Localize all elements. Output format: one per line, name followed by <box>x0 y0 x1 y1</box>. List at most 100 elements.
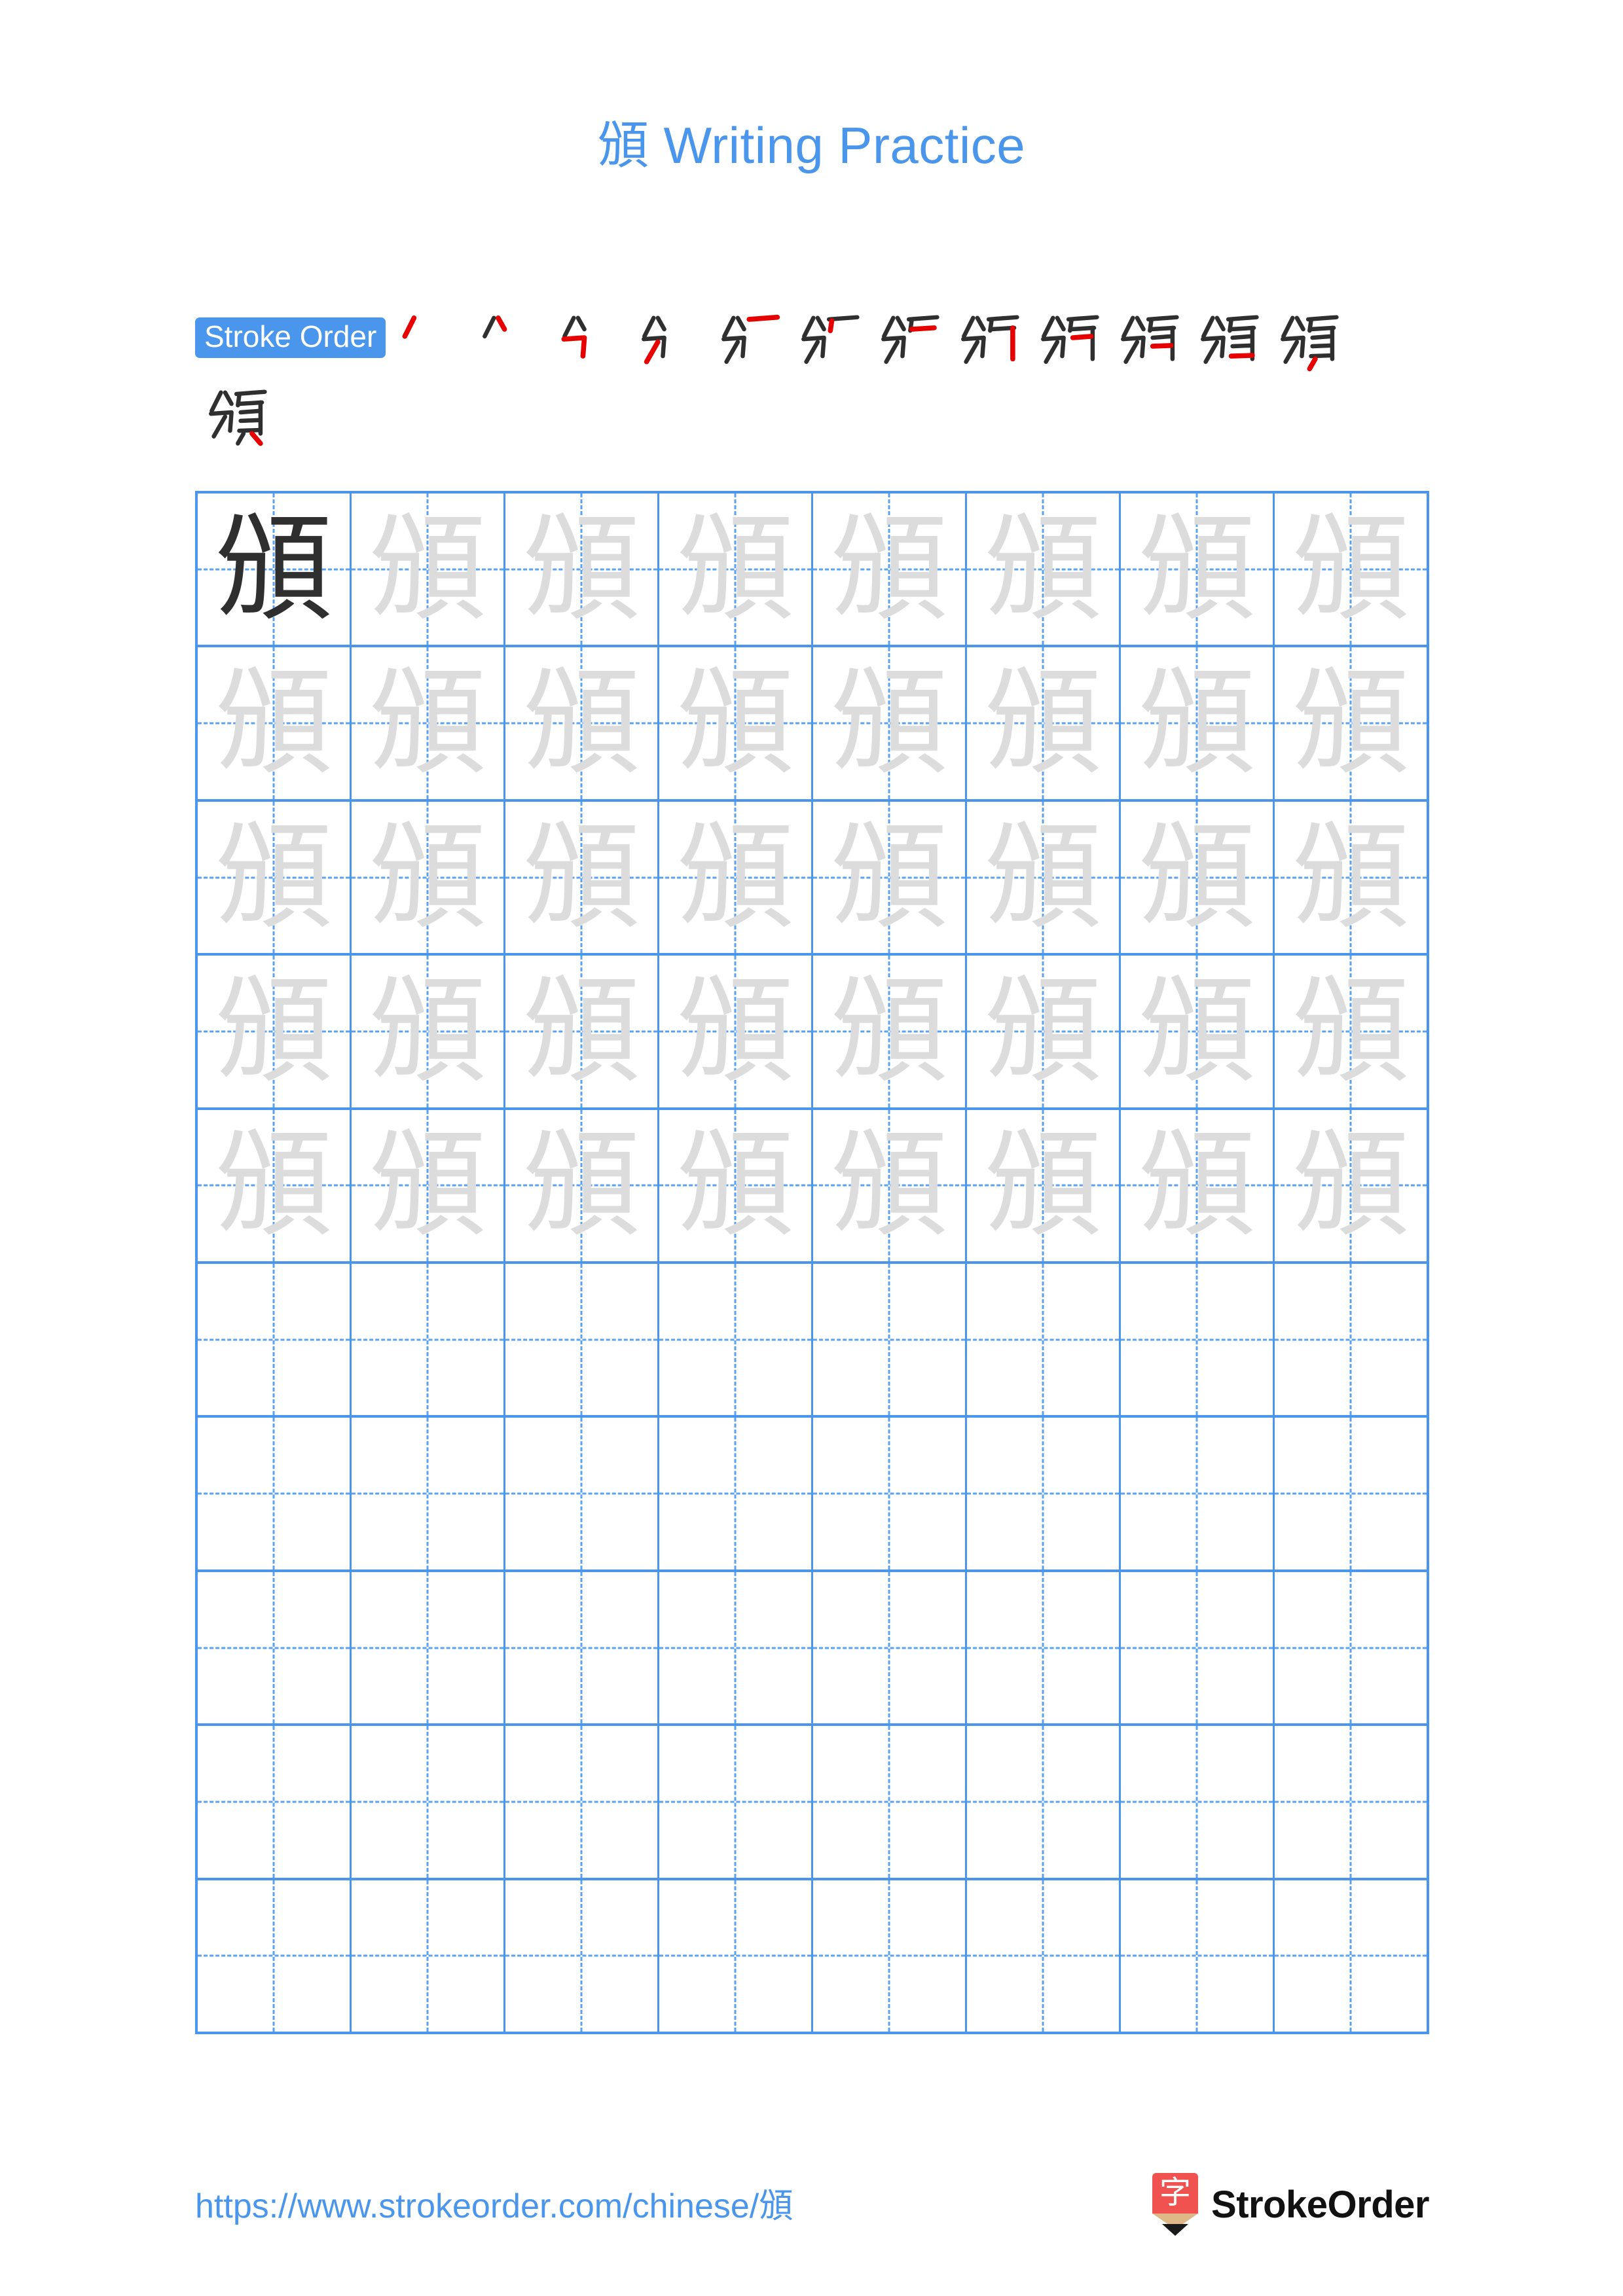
grid-cell-r8-c8[interactable] <box>1275 1571 1427 1724</box>
grid-cell-r4-c6[interactable]: 頒 <box>967 956 1121 1107</box>
grid-cell-r9-c7[interactable] <box>1121 1726 1275 1878</box>
grid-cell-r6-c5[interactable] <box>813 1264 967 1416</box>
grid-cell-r8-c5[interactable] <box>813 1571 967 1724</box>
grid-cell-r10-c6[interactable] <box>967 1880 1121 2032</box>
grid-cell-r6-c3[interactable] <box>505 1264 659 1416</box>
grid-cell-r2-c1[interactable]: 頒 <box>198 647 352 799</box>
grid-cell-r7-c7[interactable] <box>1121 1418 1275 1570</box>
grid-cell-r7-c6[interactable] <box>967 1418 1121 1570</box>
grid-cell-r2-c5[interactable]: 頒 <box>813 647 967 799</box>
grid-cell-r5-c7[interactable]: 頒 <box>1121 1109 1275 1262</box>
grid-cell-r8-c4[interactable] <box>659 1571 813 1724</box>
grid-cell-r10-c7[interactable] <box>1121 1880 1275 2032</box>
grid-cell-r7-c4[interactable] <box>659 1418 813 1570</box>
cell-horizontal-guide <box>1275 1338 1427 1341</box>
grid-cell-r8-c1[interactable] <box>198 1571 352 1724</box>
grid-cell-r6-c8[interactable] <box>1275 1264 1427 1416</box>
grid-cell-r5-c2[interactable]: 頒 <box>352 1109 505 1262</box>
grid-cell-r5-c8[interactable]: 頒 <box>1275 1109 1427 1262</box>
grid-cell-r4-c3[interactable]: 頒 <box>505 956 659 1107</box>
grid-cell-r1-c4[interactable]: 頒 <box>659 493 813 645</box>
grid-cell-r3-c5[interactable]: 頒 <box>813 801 967 954</box>
grid-cell-r5-c4[interactable]: 頒 <box>659 1109 813 1262</box>
grid-cell-r7-c1[interactable] <box>198 1418 352 1570</box>
cell-horizontal-guide <box>198 1801 350 1803</box>
grid-cell-r7-c3[interactable] <box>505 1418 659 1570</box>
grid-cell-r8-c6[interactable] <box>967 1571 1121 1724</box>
grid-cell-r4-c4[interactable]: 頒 <box>659 956 813 1107</box>
grid-cell-r4-c8[interactable]: 頒 <box>1275 956 1427 1107</box>
stroke-order-badge: Stroke Order <box>195 317 386 358</box>
grid-cell-r6-c4[interactable] <box>659 1264 813 1416</box>
grid-cell-r10-c8[interactable] <box>1275 1880 1427 2032</box>
grid-cell-r1-c8[interactable]: 頒 <box>1275 493 1427 645</box>
grid-row <box>198 1418 1427 1572</box>
grid-cell-r2-c2[interactable]: 頒 <box>352 647 505 799</box>
grid-cell-r1-c1[interactable]: 頒 <box>198 493 352 645</box>
grid-cell-r3-c4[interactable]: 頒 <box>659 801 813 954</box>
grid-cell-r2-c4[interactable]: 頒 <box>659 647 813 799</box>
grid-cell-r5-c5[interactable]: 頒 <box>813 1109 967 1262</box>
ghost-character: 頒 <box>369 501 486 637</box>
grid-cell-r9-c8[interactable] <box>1275 1726 1427 1878</box>
grid-cell-r2-c8[interactable]: 頒 <box>1275 647 1427 799</box>
ghost-character: 頒 <box>831 963 947 1099</box>
grid-cell-r9-c5[interactable] <box>813 1726 967 1878</box>
stroke-step-2 <box>468 302 548 373</box>
grid-cell-r2-c3[interactable]: 頒 <box>505 647 659 799</box>
stroke-step-5 <box>708 302 788 373</box>
cell-horizontal-guide <box>813 1801 965 1803</box>
grid-cell-r6-c1[interactable] <box>198 1264 352 1416</box>
grid-cell-r10-c3[interactable] <box>505 1880 659 2032</box>
grid-cell-r3-c7[interactable]: 頒 <box>1121 801 1275 954</box>
grid-cell-r9-c6[interactable] <box>967 1726 1121 1878</box>
grid-cell-r6-c7[interactable] <box>1121 1264 1275 1416</box>
grid-cell-r9-c1[interactable] <box>198 1726 352 1878</box>
grid-cell-r9-c2[interactable] <box>352 1726 505 1878</box>
grid-cell-r7-c5[interactable] <box>813 1418 967 1570</box>
grid-cell-r1-c7[interactable]: 頒 <box>1121 493 1275 645</box>
ghost-character: 頒 <box>1292 1117 1409 1253</box>
grid-cell-r7-c8[interactable] <box>1275 1418 1427 1570</box>
page-title-text: Writing Practice <box>649 117 1026 174</box>
grid-cell-r5-c6[interactable]: 頒 <box>967 1109 1121 1262</box>
grid-cell-r4-c1[interactable]: 頒 <box>198 956 352 1107</box>
grid-cell-r7-c2[interactable] <box>352 1418 505 1570</box>
grid-cell-r4-c2[interactable]: 頒 <box>352 956 505 1107</box>
cell-horizontal-guide <box>505 1492 657 1495</box>
grid-cell-r9-c4[interactable] <box>659 1726 813 1878</box>
grid-cell-r6-c6[interactable] <box>967 1264 1121 1416</box>
stroke-step-12 <box>1267 302 1347 373</box>
grid-cell-r9-c3[interactable] <box>505 1726 659 1878</box>
grid-cell-r1-c6[interactable]: 頒 <box>967 493 1121 645</box>
grid-cell-r8-c7[interactable] <box>1121 1571 1275 1724</box>
grid-cell-r2-c7[interactable]: 頒 <box>1121 647 1275 799</box>
cell-horizontal-guide <box>1121 1492 1273 1495</box>
grid-cell-r5-c3[interactable]: 頒 <box>505 1109 659 1262</box>
cell-horizontal-guide <box>967 1954 1119 1957</box>
grid-cell-r2-c6[interactable]: 頒 <box>967 647 1121 799</box>
grid-cell-r6-c2[interactable] <box>352 1264 505 1416</box>
grid-cell-r4-c5[interactable]: 頒 <box>813 956 967 1107</box>
grid-cell-r10-c2[interactable] <box>352 1880 505 2032</box>
footer-url-link[interactable]: https://www.strokeorder.com/chinese/頒 <box>195 2178 793 2227</box>
grid-cell-r10-c4[interactable] <box>659 1880 813 2032</box>
grid-cell-r8-c2[interactable] <box>352 1571 505 1724</box>
grid-cell-r3-c3[interactable]: 頒 <box>505 801 659 954</box>
grid-cell-r10-c5[interactable] <box>813 1880 967 2032</box>
grid-cell-r1-c5[interactable]: 頒 <box>813 493 967 645</box>
grid-cell-r3-c2[interactable]: 頒 <box>352 801 505 954</box>
grid-cell-r3-c6[interactable]: 頒 <box>967 801 1121 954</box>
grid-cell-r10-c1[interactable] <box>198 1880 352 2032</box>
ghost-character: 頒 <box>985 501 1101 637</box>
grid-cell-r1-c3[interactable]: 頒 <box>505 493 659 645</box>
grid-cell-r3-c8[interactable]: 頒 <box>1275 801 1427 954</box>
ghost-character: 頒 <box>677 501 793 637</box>
grid-cell-r5-c1[interactable]: 頒 <box>198 1109 352 1262</box>
grid-cell-r4-c7[interactable]: 頒 <box>1121 956 1275 1107</box>
grid-cell-r3-c1[interactable]: 頒 <box>198 801 352 954</box>
grid-cell-r8-c3[interactable] <box>505 1571 659 1724</box>
ghost-character: 頒 <box>1139 501 1255 637</box>
ghost-character: 頒 <box>1139 1117 1255 1253</box>
grid-cell-r1-c2[interactable]: 頒 <box>352 493 505 645</box>
